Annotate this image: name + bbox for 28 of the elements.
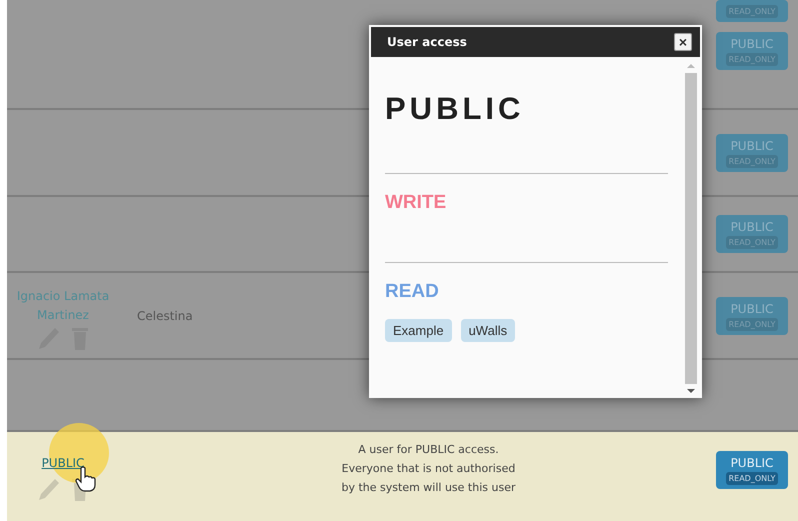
access-button[interactable]: PUBLIC READ_ONLY	[716, 32, 788, 70]
access-badge: READ_ONLY	[726, 53, 778, 66]
access-button[interactable]: READ_ONLY	[716, 0, 788, 22]
access-button[interactable]: PUBLIC READ_ONLY	[716, 296, 788, 334]
access-badge: READ_ONLY	[726, 5, 778, 18]
access-user-heading: PUBLIC	[385, 91, 526, 127]
user-label: Celestina	[137, 308, 194, 322]
hand-cursor-icon	[75, 466, 97, 492]
access-badge: READ_ONLY	[726, 154, 778, 168]
access-badge: READ_ONLY	[726, 472, 778, 484]
pencil-icon[interactable]	[37, 476, 61, 502]
access-button[interactable]: PUBLIC READ_ONLY	[716, 215, 788, 253]
wall-tag: uWalls	[460, 319, 516, 342]
access-badge: READ_ONLY	[726, 318, 778, 330]
scrollbar[interactable]	[684, 63, 698, 394]
access-button[interactable]: PUBLIC READ_ONLY	[716, 134, 788, 172]
dialog-title: User access	[387, 35, 467, 49]
access-button[interactable]: PUBLIC READ_ONLY	[716, 450, 788, 488]
scroll-down-icon[interactable]	[687, 388, 695, 394]
wall-tag: Example	[385, 319, 452, 342]
user-description: A user for PUBLIC access. Everyone that is not authorised by the system will use this user	[341, 442, 516, 496]
access-badge: READ_ONLY	[726, 236, 778, 249]
user-link[interactable]: PUBLIC	[42, 456, 84, 470]
section-title: WRITE	[385, 192, 448, 214]
scroll-up-icon[interactable]	[687, 63, 695, 69]
user-name[interactable]: Ignacio Lamata Martinez	[13, 286, 113, 324]
section-title: READ	[385, 281, 440, 303]
close-button[interactable]: ×	[674, 33, 692, 51]
